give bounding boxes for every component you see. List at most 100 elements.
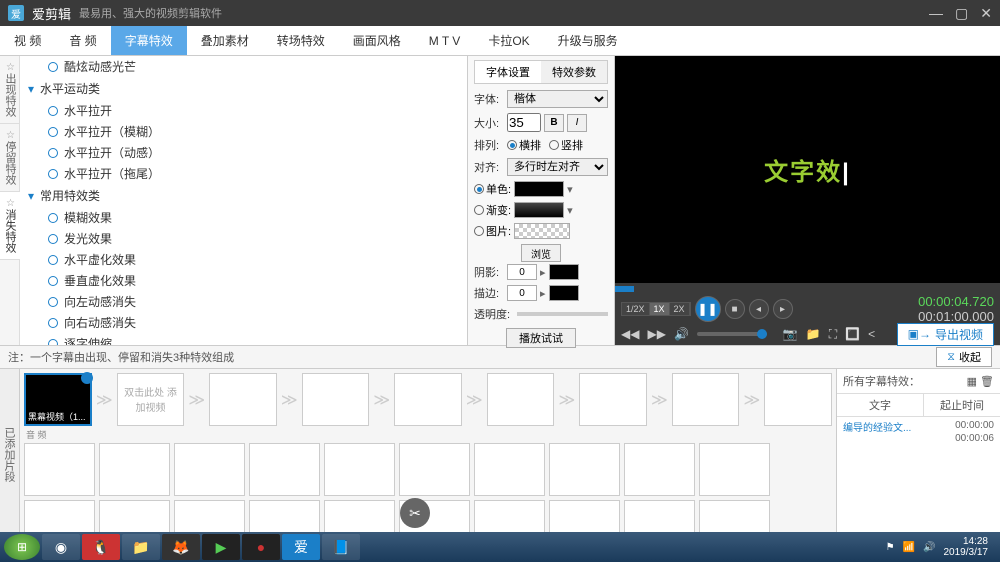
audio-slot[interactable]	[624, 443, 695, 496]
tree-item[interactable]: 水平拉开	[20, 100, 467, 121]
forward-icon[interactable]: ▶▶	[647, 327, 665, 341]
italic-button[interactable]: I	[567, 114, 587, 132]
clip-slot[interactable]	[764, 373, 832, 426]
clip-thumbnail[interactable]: 黑幕视频（1...	[24, 373, 92, 426]
tree-item[interactable]: 发光效果	[20, 228, 467, 249]
taskbar-app[interactable]: 爱	[282, 534, 320, 560]
tray-network-icon[interactable]: 📶	[903, 542, 915, 553]
taskbar-app[interactable]: 🐧	[82, 534, 120, 560]
settings-icon[interactable]: 🔳	[845, 327, 860, 341]
tray-flag-icon[interactable]: ⚑	[886, 542, 895, 553]
vtab-appear[interactable]: ☆出现特效	[0, 56, 20, 124]
add-subtitle-icon[interactable]: ▦	[967, 376, 977, 388]
tree-item[interactable]: 模糊效果	[20, 207, 467, 228]
share-icon[interactable]: <	[868, 327, 875, 341]
speed-2x[interactable]: 2X	[670, 303, 690, 315]
audio-slot[interactable]	[249, 443, 320, 496]
audio-slot[interactable]	[99, 443, 170, 496]
tree-category[interactable]: ▾常用特效类	[20, 184, 467, 207]
align-select[interactable]: 多行时左对齐	[507, 158, 608, 176]
delete-subtitle-icon[interactable]: 🗑	[980, 376, 994, 388]
taskbar-app[interactable]: ●	[242, 534, 280, 560]
clip-slot[interactable]	[302, 373, 370, 426]
clip-slot[interactable]	[487, 373, 555, 426]
stroke-input[interactable]	[507, 285, 537, 301]
maximize-icon[interactable]: ▢	[955, 5, 968, 22]
tray-volume-icon[interactable]: 🔊	[923, 542, 935, 553]
solid-color-swatch[interactable]	[514, 181, 564, 197]
tab-audio[interactable]: 音 频	[55, 26, 110, 55]
tab-upgrade[interactable]: 升级与服务	[544, 26, 632, 55]
audio-slot[interactable]	[474, 443, 545, 496]
taskbar-app[interactable]: ◉	[42, 534, 80, 560]
vtab-keep[interactable]: ☆停留特效	[0, 124, 20, 192]
radio-gradient[interactable]: 渐变:	[474, 202, 511, 218]
tree-category[interactable]: ▾水平运动类	[20, 77, 467, 100]
audio-slot[interactable]	[549, 443, 620, 496]
gradient-swatch[interactable]	[514, 202, 564, 218]
cut-button[interactable]: ✂	[400, 498, 430, 528]
radio-solid[interactable]: 单色:	[474, 181, 511, 197]
progress-bar[interactable]	[615, 283, 1000, 295]
tab-subtitle-effects[interactable]: 字幕特效	[111, 26, 187, 55]
taskbar-clock[interactable]: 14:282019/3/17	[944, 536, 989, 558]
shadow-color[interactable]	[549, 264, 579, 280]
folder-icon[interactable]: 📁	[806, 327, 821, 341]
video-preview[interactable]: 文字效|	[615, 56, 1000, 283]
export-video-button[interactable]: ▣→导出视频	[897, 323, 994, 346]
radio-vertical[interactable]: 竖排	[549, 137, 583, 153]
tree-item[interactable]: 酷炫动感光芒	[20, 56, 467, 77]
speed-1x[interactable]: 1X	[650, 303, 670, 315]
volume-slider[interactable]	[697, 332, 767, 336]
audio-slot[interactable]	[174, 443, 245, 496]
picture-swatch[interactable]	[514, 223, 570, 239]
taskbar-app[interactable]: 🦊	[162, 534, 200, 560]
settings-tab-font[interactable]: 字体设置	[475, 61, 541, 83]
tab-style[interactable]: 画面风格	[339, 26, 415, 55]
effect-tree[interactable]: 酷炫动感光芒 ▾水平运动类 水平拉开 水平拉开（模糊） 水平拉开（动感） 水平拉…	[20, 56, 468, 345]
tree-item[interactable]: 水平拉开（动感）	[20, 142, 467, 163]
clip-slot[interactable]	[209, 373, 277, 426]
rewind-icon[interactable]: ◀◀	[621, 327, 639, 341]
opacity-slider[interactable]	[517, 312, 608, 316]
tab-video[interactable]: 视 频	[0, 26, 55, 55]
browse-button[interactable]: 浏览	[521, 244, 561, 262]
play-pause-button[interactable]: ❚❚	[695, 296, 721, 322]
snapshot-icon[interactable]: 📷	[783, 327, 798, 341]
subtitle-entry[interactable]: 编导的经验文... 00:00:0000:00:06	[837, 417, 1000, 447]
audio-slot[interactable]	[24, 443, 95, 496]
prev-frame-button[interactable]: ◂	[749, 299, 769, 319]
start-button[interactable]: ⊞	[4, 534, 40, 560]
volume-icon[interactable]: 🔊	[674, 327, 689, 341]
radio-picture[interactable]: 图片:	[474, 223, 511, 239]
clip-slot[interactable]	[672, 373, 740, 426]
size-input[interactable]	[507, 113, 541, 132]
tree-item[interactable]: 水平虚化效果	[20, 249, 467, 270]
clip-slot[interactable]	[579, 373, 647, 426]
audio-slot[interactable]	[699, 443, 770, 496]
bold-button[interactable]: B	[544, 114, 564, 132]
stroke-color[interactable]	[549, 285, 579, 301]
taskbar-app[interactable]: ▶	[202, 534, 240, 560]
taskbar-app[interactable]: 📁	[122, 534, 160, 560]
tree-item[interactable]: 向左动感消失	[20, 291, 467, 312]
minimize-icon[interactable]: —	[929, 5, 943, 22]
close-icon[interactable]: ✕	[980, 5, 992, 22]
tree-item[interactable]: 逐字伸缩	[20, 333, 467, 345]
collapse-button[interactable]: ⧖收起	[936, 347, 992, 367]
tab-mtv[interactable]: M T V	[415, 26, 475, 55]
tab-transition[interactable]: 转场特效	[263, 26, 339, 55]
audio-slot[interactable]	[399, 443, 470, 496]
tree-item[interactable]: 垂直虚化效果	[20, 270, 467, 291]
font-select[interactable]: 楷体	[507, 90, 608, 108]
audio-slot[interactable]	[324, 443, 395, 496]
tree-item[interactable]: 水平拉开（模糊）	[20, 121, 467, 142]
tree-item[interactable]: 向右动感消失	[20, 312, 467, 333]
taskbar-app[interactable]: 📘	[322, 534, 360, 560]
preview-play-button[interactable]: 播放试试	[506, 328, 576, 348]
tab-karaoke[interactable]: 卡拉OK	[474, 26, 543, 55]
clip-slot[interactable]	[394, 373, 462, 426]
radio-horizontal[interactable]: 横排	[507, 137, 541, 153]
tree-item[interactable]: 水平拉开（拖尾）	[20, 163, 467, 184]
clip-placeholder[interactable]: 双击此处 添加视频	[117, 373, 185, 426]
